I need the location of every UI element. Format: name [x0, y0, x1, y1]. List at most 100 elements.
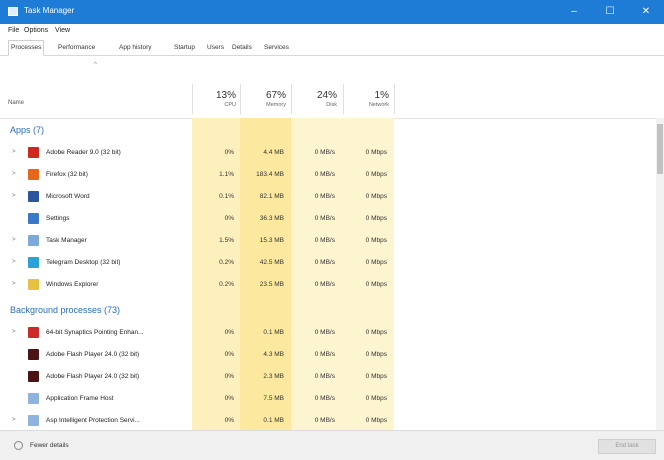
chevron-right-icon[interactable]: >: [12, 237, 16, 243]
process-name: Telegram Desktop (32 bit): [46, 259, 121, 266]
maximize-button[interactable]: ☐: [592, 0, 628, 24]
service-icon: [28, 415, 39, 426]
process-name: Application Frame Host: [46, 395, 114, 402]
network-value: 0 Mbps: [365, 329, 387, 336]
column-network[interactable]: 1% Network: [347, 90, 389, 109]
column-name[interactable]: Name: [8, 100, 24, 106]
scrollbar-thumb[interactable]: [657, 124, 663, 174]
disk-value: 0 MB/s: [314, 281, 335, 288]
group-apps: Apps (7): [10, 125, 45, 135]
cpu-value: 0%: [224, 149, 234, 156]
process-row[interactable]: Adobe Flash Player 24.0 (32 bit) 0% 4.3 MB…: [0, 344, 656, 366]
task-manager-app-icon: [8, 7, 18, 16]
process-row[interactable]: Application Frame Host 0% 7.5 MB 0 MB/s 0 Mb…: [0, 388, 656, 410]
cpu-value: 0.2%: [219, 259, 234, 266]
process-row[interactable]: Adobe Flash Player 24.0 (32 bit) 0% 2.3 MB…: [0, 366, 656, 388]
network-value: 0 Mbps: [365, 237, 387, 244]
tab-details[interactable]: Details: [230, 41, 254, 54]
reader-icon: [28, 147, 39, 158]
process-row[interactable]: >64-bit Synaptics Pointing Enhan... 0% 0.1…: [0, 322, 656, 344]
close-button[interactable]: ✕: [628, 0, 664, 24]
tab-startup[interactable]: Startup: [172, 41, 197, 54]
memory-value: 23.5 MB: [259, 281, 284, 288]
menu-view[interactable]: View: [55, 27, 70, 34]
network-value: 0 Mbps: [365, 259, 387, 266]
process-row[interactable]: > Task Manager 1.5% 15.3 MB 0 MB/s 0 Mbps: [0, 230, 656, 252]
network-label: Network: [368, 102, 389, 108]
menu-options[interactable]: Options: [24, 27, 48, 34]
column-headers: ^ Name 13% CPU 67% Memory 24% Disk 1% Ne…: [0, 56, 664, 119]
chevron-right-icon[interactable]: >: [12, 259, 16, 265]
process-row[interactable]: > Windows Explorer 0.2% 23.5 MB 0 MB/s 0 Mbps: [0, 274, 656, 296]
cpu-label: CPU: [224, 102, 236, 108]
menu-bar: File Options View: [0, 24, 664, 38]
fewer-details-link[interactable]: Fewer details: [30, 442, 69, 449]
chevron-right-icon[interactable]: >: [12, 193, 16, 199]
disk-value: 0 MB/s: [314, 351, 335, 358]
cpu-total: 13%: [215, 90, 236, 101]
title-bar: Task Manager – ☐ ✕: [0, 0, 664, 24]
memory-value: 0.1 MB: [263, 417, 284, 424]
process-name: Adobe Flash Player 24.0 (32 bit): [46, 373, 140, 380]
process-row[interactable]: Settings 0% 36.3 MB 0 MB/s 0 Mbps: [0, 208, 656, 230]
tab-performance[interactable]: Performance: [56, 41, 97, 54]
flash-icon: [28, 349, 39, 360]
tab-strip: Processes Performance App history Startu…: [0, 38, 664, 56]
cpu-value: 0%: [224, 395, 234, 402]
process-name: Firefox (32 bit): [46, 171, 88, 178]
status-bar: Fewer details End task: [0, 430, 664, 460]
minimize-button[interactable]: –: [556, 0, 592, 24]
menu-file[interactable]: File: [8, 27, 19, 34]
memory-value: 2.3 MB: [263, 373, 284, 380]
chevron-right-icon[interactable]: >: [12, 329, 16, 335]
column-memory[interactable]: 67% Memory: [244, 90, 286, 109]
end-task-button[interactable]: End task: [598, 439, 656, 454]
sort-caret-icon[interactable]: ^: [94, 62, 97, 68]
cpu-value: 0%: [224, 215, 234, 222]
tab-services[interactable]: Services: [262, 41, 291, 54]
disk-value: 0 MB/s: [314, 259, 335, 266]
cpu-value: 0%: [224, 373, 234, 380]
column-cpu[interactable]: 13% CPU: [196, 90, 236, 109]
memory-value: 4.3 MB: [263, 351, 284, 358]
chevron-up-icon[interactable]: [14, 441, 23, 450]
memory-value: 0.1 MB: [263, 329, 284, 336]
cpu-value: 0.2%: [219, 281, 234, 288]
process-row[interactable]: > Adobe Reader 9.0 (32 bit) 0% 4.4 MB 0 MB/s…: [0, 142, 656, 164]
telegram-icon: [28, 257, 39, 268]
network-total: 1%: [374, 90, 389, 101]
process-name: Task Manager: [46, 237, 87, 244]
process-row[interactable]: > Telegram Desktop (32 bit) 0.2% 42.5 MB 0 M…: [0, 252, 656, 274]
network-value: 0 Mbps: [365, 193, 387, 200]
disk-total: 24%: [316, 90, 337, 101]
disk-value: 0 MB/s: [314, 215, 335, 222]
task-manager-icon: [28, 235, 39, 246]
cpu-value: 0%: [224, 351, 234, 358]
process-row[interactable]: > Firefox (32 bit) 1.1% 183.4 MB 0 MB/s 0 Mbp…: [0, 164, 656, 186]
process-row[interactable]: > Microsoft Word 0.1% 82.1 MB 0 MB/s 0 Mbps: [0, 186, 656, 208]
cpu-value: 0%: [224, 417, 234, 424]
process-row[interactable]: > Asp Intelligent Protection Servi... 0% 0.…: [0, 410, 656, 430]
folder-icon: [28, 279, 39, 290]
process-name: Adobe Reader 9.0 (32 bit): [46, 149, 121, 156]
chevron-right-icon[interactable]: >: [12, 281, 16, 287]
chevron-right-icon[interactable]: >: [12, 149, 16, 155]
memory-value: 15.3 MB: [259, 237, 284, 244]
cpu-value: 1.1%: [219, 171, 234, 178]
tab-app-history[interactable]: App history: [117, 41, 154, 54]
tab-users[interactable]: Users: [205, 41, 226, 54]
disk-value: 0 MB/s: [314, 373, 335, 380]
word-icon: [28, 191, 39, 202]
column-disk[interactable]: 24% Disk: [295, 90, 337, 109]
app-frame-icon: [28, 393, 39, 404]
disk-value: 0 MB/s: [314, 149, 335, 156]
chevron-right-icon[interactable]: >: [12, 171, 16, 177]
network-value: 0 Mbps: [365, 373, 387, 380]
memory-total: 67%: [265, 90, 286, 101]
memory-label: Memory: [266, 102, 286, 108]
chevron-right-icon[interactable]: >: [12, 417, 16, 423]
tab-processes[interactable]: Processes: [8, 40, 45, 56]
disk-value: 0 MB/s: [314, 329, 335, 336]
window-title: Task Manager: [24, 6, 75, 15]
process-list: Apps (7) > Adobe Reader 9.0 (32 bit) 0% 4.4…: [0, 118, 656, 430]
